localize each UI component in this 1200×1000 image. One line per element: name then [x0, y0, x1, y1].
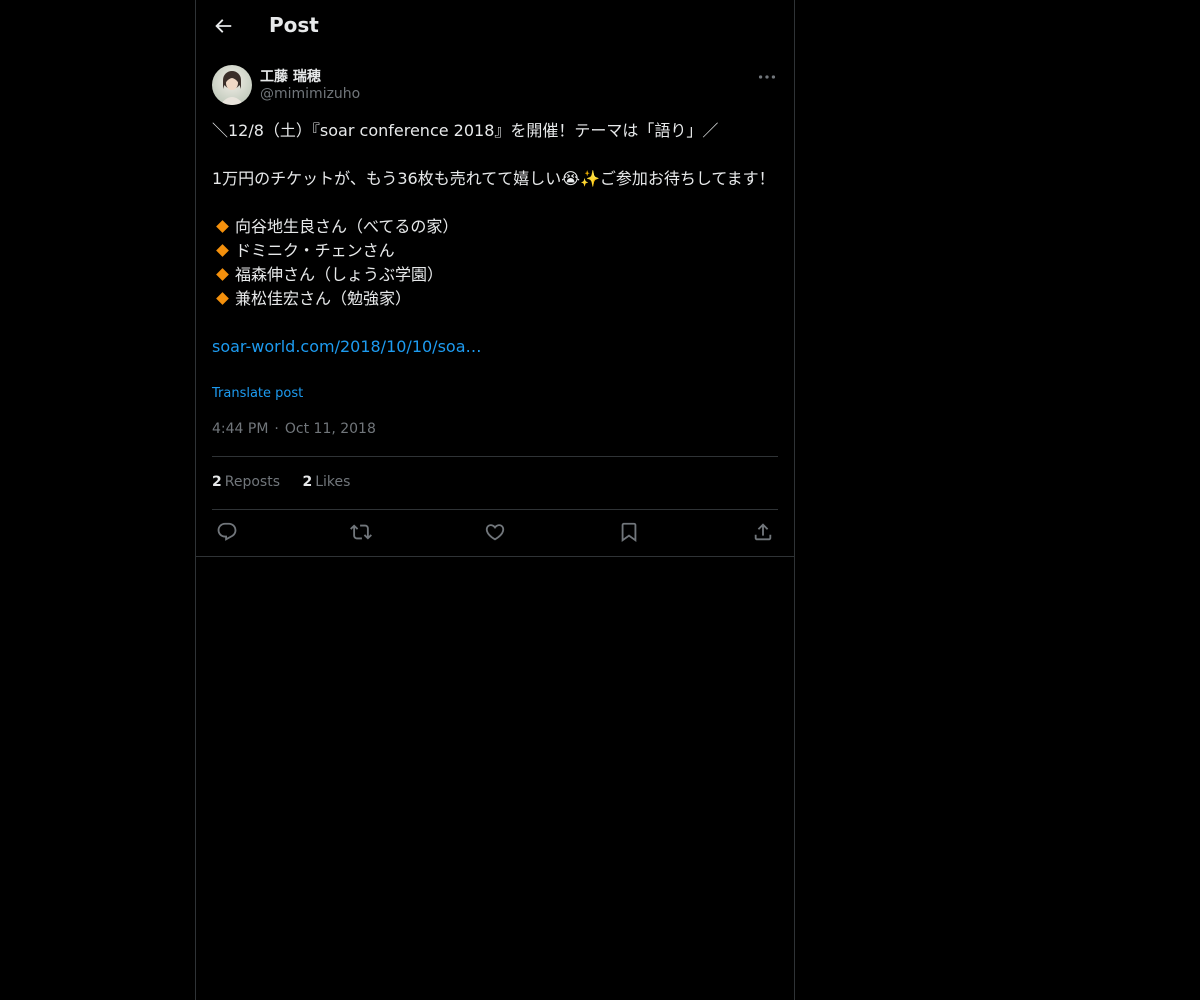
- post-detail-column: Post 工藤 瑞穂 @mimimizuho ＼12/8（土）『soar con…: [195, 0, 795, 1000]
- post-text-line: 1万円のチケットが、もう36枚も売れてて嬉しい😭✨ご参加お待ちしてます！: [212, 169, 775, 188]
- post-time[interactable]: 4:44 PM: [212, 421, 268, 437]
- share-icon: [754, 523, 772, 541]
- divider: [212, 509, 778, 510]
- translate-post-link[interactable]: Translate post: [212, 386, 303, 401]
- separator: ·: [274, 421, 279, 437]
- likes-count: 2: [302, 474, 313, 490]
- repost-button[interactable]: [350, 521, 372, 543]
- reposts-label: Reposts: [224, 474, 280, 490]
- share-button[interactable]: [752, 521, 774, 543]
- action-bar: [212, 521, 778, 545]
- more-horizontal-icon: [758, 75, 776, 79]
- speaker-item: 兼松佳宏さん（勉強家）: [212, 287, 778, 311]
- post-timestamp: 4:44 PM · Oct 11, 2018: [212, 421, 376, 437]
- speaker-name: 向谷地生良さん（べてるの家）: [235, 217, 459, 236]
- orange-diamond-icon: [216, 268, 229, 281]
- orange-diamond-icon: [216, 292, 229, 305]
- author-handle[interactable]: @mimimizuho: [260, 86, 360, 102]
- page-header: Post: [196, 0, 794, 53]
- speaker-item: 福森伸さん（しょうぶ学園）: [212, 263, 778, 287]
- back-button[interactable]: [212, 15, 234, 37]
- avatar-image: [212, 65, 252, 105]
- post-date[interactable]: Oct 11, 2018: [285, 421, 376, 437]
- orange-diamond-icon: [216, 244, 229, 257]
- like-icon: [485, 524, 505, 541]
- speaker-name: ドミニク・チェンさん: [235, 241, 395, 260]
- likes-label: Likes: [315, 474, 351, 490]
- bookmark-button[interactable]: [618, 521, 640, 543]
- post-text-line: ＼12/8（土）『soar conference 2018』を開催！テーマは「語…: [212, 121, 719, 140]
- speaker-item: ドミニク・チェンさん: [212, 239, 778, 263]
- avatar[interactable]: [212, 65, 252, 105]
- more-options-button[interactable]: [756, 66, 778, 88]
- reply-icon: [217, 522, 237, 541]
- repost-icon: [350, 524, 372, 540]
- like-button[interactable]: [484, 521, 506, 543]
- arrow-left-icon: [215, 19, 232, 33]
- speaker-name: 福森伸さん（しょうぶ学園）: [235, 265, 444, 284]
- bookmark-icon: [621, 522, 637, 543]
- likes-stat[interactable]: 2 Likes: [302, 474, 350, 490]
- post-bottom-border: [196, 556, 794, 557]
- orange-diamond-icon: [216, 220, 229, 233]
- author-name[interactable]: 工藤 瑞穂: [260, 66, 321, 86]
- reply-button[interactable]: [216, 521, 238, 543]
- speaker-name: 兼松佳宏さん（勉強家）: [235, 289, 412, 308]
- post-body: ＼12/8（土）『soar conference 2018』を開催！テーマは「語…: [212, 119, 778, 359]
- reposts-stat[interactable]: 2 Reposts: [212, 474, 280, 490]
- post-link[interactable]: soar-world.com/2018/10/10/soa…: [212, 337, 482, 356]
- divider: [212, 456, 778, 457]
- reposts-count: 2: [212, 474, 222, 490]
- page-title: Post: [269, 13, 319, 37]
- post-stats: 2 Reposts 2 Likes: [212, 474, 368, 490]
- speaker-item: 向谷地生良さん（べてるの家）: [212, 215, 778, 239]
